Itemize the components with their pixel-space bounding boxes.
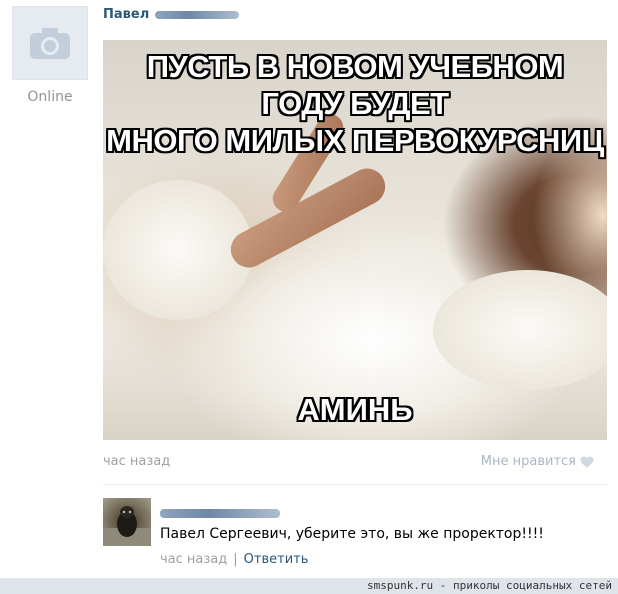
comment-time-link[interactable]: час назад	[160, 552, 227, 567]
meme-top-line-2: МНОГО МИЛЫХ ПЕРВОКУРСНИЦ	[106, 123, 604, 158]
comment-meta: час назад | Ответить	[160, 552, 308, 567]
author-name-link[interactable]: Павел	[103, 7, 149, 22]
censored-commenter-name	[160, 509, 280, 518]
meme-bottom-caption: АМИНЬ	[297, 392, 413, 427]
wall-post: Online Павел ПУСТЬ В НОВОМ УЧЕБНОМ ГОДУ …	[0, 0, 618, 594]
commenter-photo-shape	[103, 506, 151, 546]
meme-top-line-1: ПУСТЬ В НОВОМ УЧЕБНОМ ГОДУ БУДЕТ	[146, 49, 564, 121]
post-time-link[interactable]: час назад	[103, 454, 170, 469]
comment-text: Павел Сергеевич, уберите это, вы же прор…	[160, 526, 544, 542]
meta-separator: |	[233, 552, 238, 567]
post-author: Павел	[103, 7, 240, 22]
like-button[interactable]: Мне нравится	[481, 454, 594, 469]
site-watermark: smspunk.ru - приколы социальных сетей	[366, 579, 612, 592]
online-status: Online	[27, 89, 73, 105]
camera-icon	[30, 28, 70, 59]
photo-pillow	[433, 270, 607, 390]
reply-link[interactable]: Ответить	[244, 552, 309, 567]
censored-surname	[155, 10, 240, 19]
post-photo[interactable]: ПУСТЬ В НОВОМ УЧЕБНОМ ГОДУ БУДЕТ МНОГО М…	[103, 40, 607, 440]
heart-icon	[580, 456, 594, 467]
post-divider	[103, 484, 607, 485]
commenter-avatar[interactable]	[103, 498, 151, 546]
like-label: Мне нравится	[480, 454, 576, 469]
meme-top-caption: ПУСТЬ В НОВОМ УЧЕБНОМ ГОДУ БУДЕТ МНОГО М…	[103, 48, 607, 159]
author-avatar[interactable]	[12, 6, 88, 80]
commenter-name[interactable]	[160, 503, 280, 522]
